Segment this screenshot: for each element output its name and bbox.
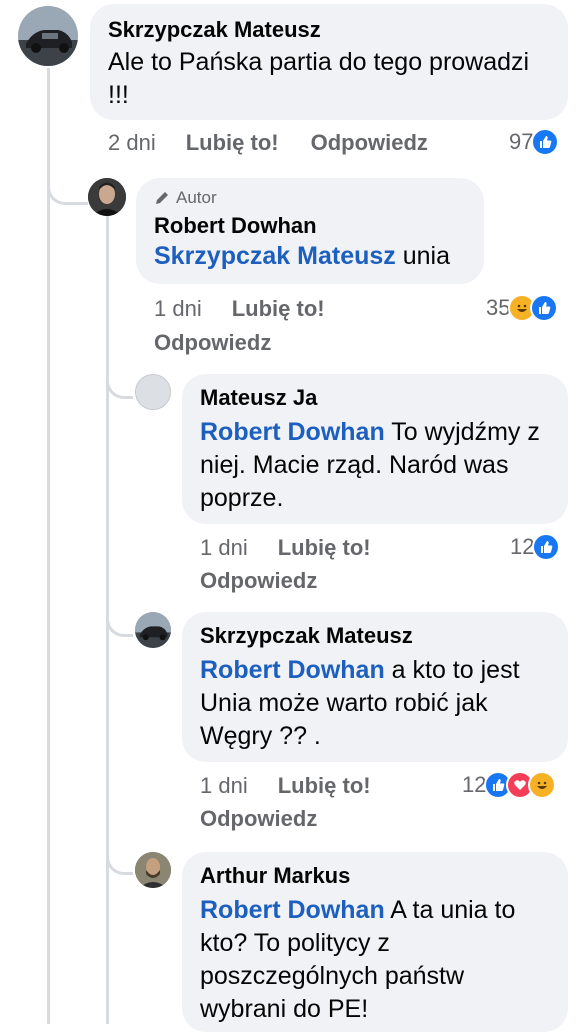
reaction-summary[interactable]: 12 <box>462 771 557 799</box>
thread-elbow-reply-4 <box>106 838 133 875</box>
reaction-summary[interactable]: 35 <box>486 294 559 322</box>
comment-author[interactable]: Mateusz Ja <box>200 384 550 412</box>
comment-bubble: Autor Robert Dowhan Skrzypczak Mateusz u… <box>136 178 484 284</box>
avatar[interactable] <box>88 178 126 216</box>
car-photo-icon <box>135 612 171 648</box>
reply-button[interactable]: Odpowiedz <box>311 130 428 156</box>
comment-timestamp[interactable]: 1 dni <box>200 773 248 799</box>
comment-actions: 1 dni Lubię to! <box>200 535 403 561</box>
like-button[interactable]: Lubię to! <box>278 773 371 799</box>
like-button[interactable]: Lubię to! <box>278 535 371 561</box>
reaction-count: 12 <box>462 772 487 797</box>
reaction-count: 35 <box>486 295 511 320</box>
comment-actions: 1 dni Lubię to! <box>154 296 357 322</box>
comment-bubble: Skrzypczak Mateusz Robert Dowhan a kto t… <box>182 612 568 762</box>
like-icon <box>532 533 561 561</box>
comment-text: Skrzypczak Mateusz unia <box>154 240 466 273</box>
avatar[interactable] <box>18 6 78 66</box>
comment-actions: 2 dni Lubię to! Odpowiedz <box>108 130 460 156</box>
mention-link[interactable]: Robert Dowhan <box>200 418 385 446</box>
reply-button[interactable]: Odpowiedz <box>200 568 317 594</box>
like-icon <box>530 294 559 322</box>
comment-bubble: Skrzypczak Mateusz Ale to Pańska partia … <box>90 4 568 120</box>
author-badge: Autor <box>154 188 466 208</box>
mention-link[interactable]: Robert Dowhan <box>200 656 385 684</box>
reaction-summary[interactable]: 12 <box>510 533 561 561</box>
comment-actions: 1 dni Lubię to! <box>200 773 403 799</box>
thread-elbow-reply-1 <box>47 160 88 205</box>
comment-timestamp[interactable]: 1 dni <box>200 535 248 561</box>
thread-elbow-reply-3 <box>106 600 133 637</box>
avatar[interactable] <box>135 612 171 648</box>
mention-link[interactable]: Skrzypczak Mateusz <box>154 242 396 270</box>
person-photo-icon <box>135 852 171 888</box>
like-button[interactable]: Lubię to! <box>186 130 279 156</box>
comment-text: Ale to Pańska partia do tego prowadzi !!… <box>108 48 530 109</box>
thread-line-root <box>47 68 50 1024</box>
reaction-summary[interactable]: 97 <box>509 128 560 156</box>
thread-elbow-reply-2 <box>106 360 133 399</box>
haha-icon <box>528 771 557 799</box>
comment-author[interactable]: Arthur Markus <box>200 862 550 890</box>
avatar[interactable] <box>135 852 171 888</box>
comment-bubble: Arthur Markus Robert Dowhan A ta unia to… <box>182 852 568 1032</box>
comment-text: Robert Dowhan a kto to jest Unia może wa… <box>200 654 550 753</box>
reply-button[interactable]: Odpowiedz <box>200 806 317 832</box>
like-icon <box>531 128 560 156</box>
comment-author[interactable]: Skrzypczak Mateusz <box>200 622 550 650</box>
comment-author[interactable]: Robert Dowhan <box>154 212 466 240</box>
comment-bubble: Mateusz Ja Robert Dowhan To wyjdźmy z ni… <box>182 374 568 524</box>
comment-author[interactable]: Skrzypczak Mateusz <box>108 16 550 44</box>
reaction-count: 97 <box>509 129 534 154</box>
mention-link[interactable]: Robert Dowhan <box>200 896 385 924</box>
pencil-icon <box>156 192 168 204</box>
default-avatar-icon <box>136 375 170 409</box>
comment-body: unia <box>395 242 450 270</box>
reaction-count: 12 <box>510 534 535 559</box>
like-button[interactable]: Lubię to! <box>232 296 325 322</box>
comment-text: Robert Dowhan A ta unia to kto? To polit… <box>200 894 550 1026</box>
reply-button[interactable]: Odpowiedz <box>154 330 271 356</box>
person-photo-icon <box>88 178 126 216</box>
comment-text: Robert Dowhan To wyjdźmy z niej. Macie r… <box>200 416 550 515</box>
comment-timestamp[interactable]: 1 dni <box>154 296 202 322</box>
author-badge-label: Autor <box>176 188 217 207</box>
avatar[interactable] <box>135 374 171 410</box>
car-photo-icon <box>18 6 78 66</box>
comment-timestamp[interactable]: 2 dni <box>108 130 156 156</box>
